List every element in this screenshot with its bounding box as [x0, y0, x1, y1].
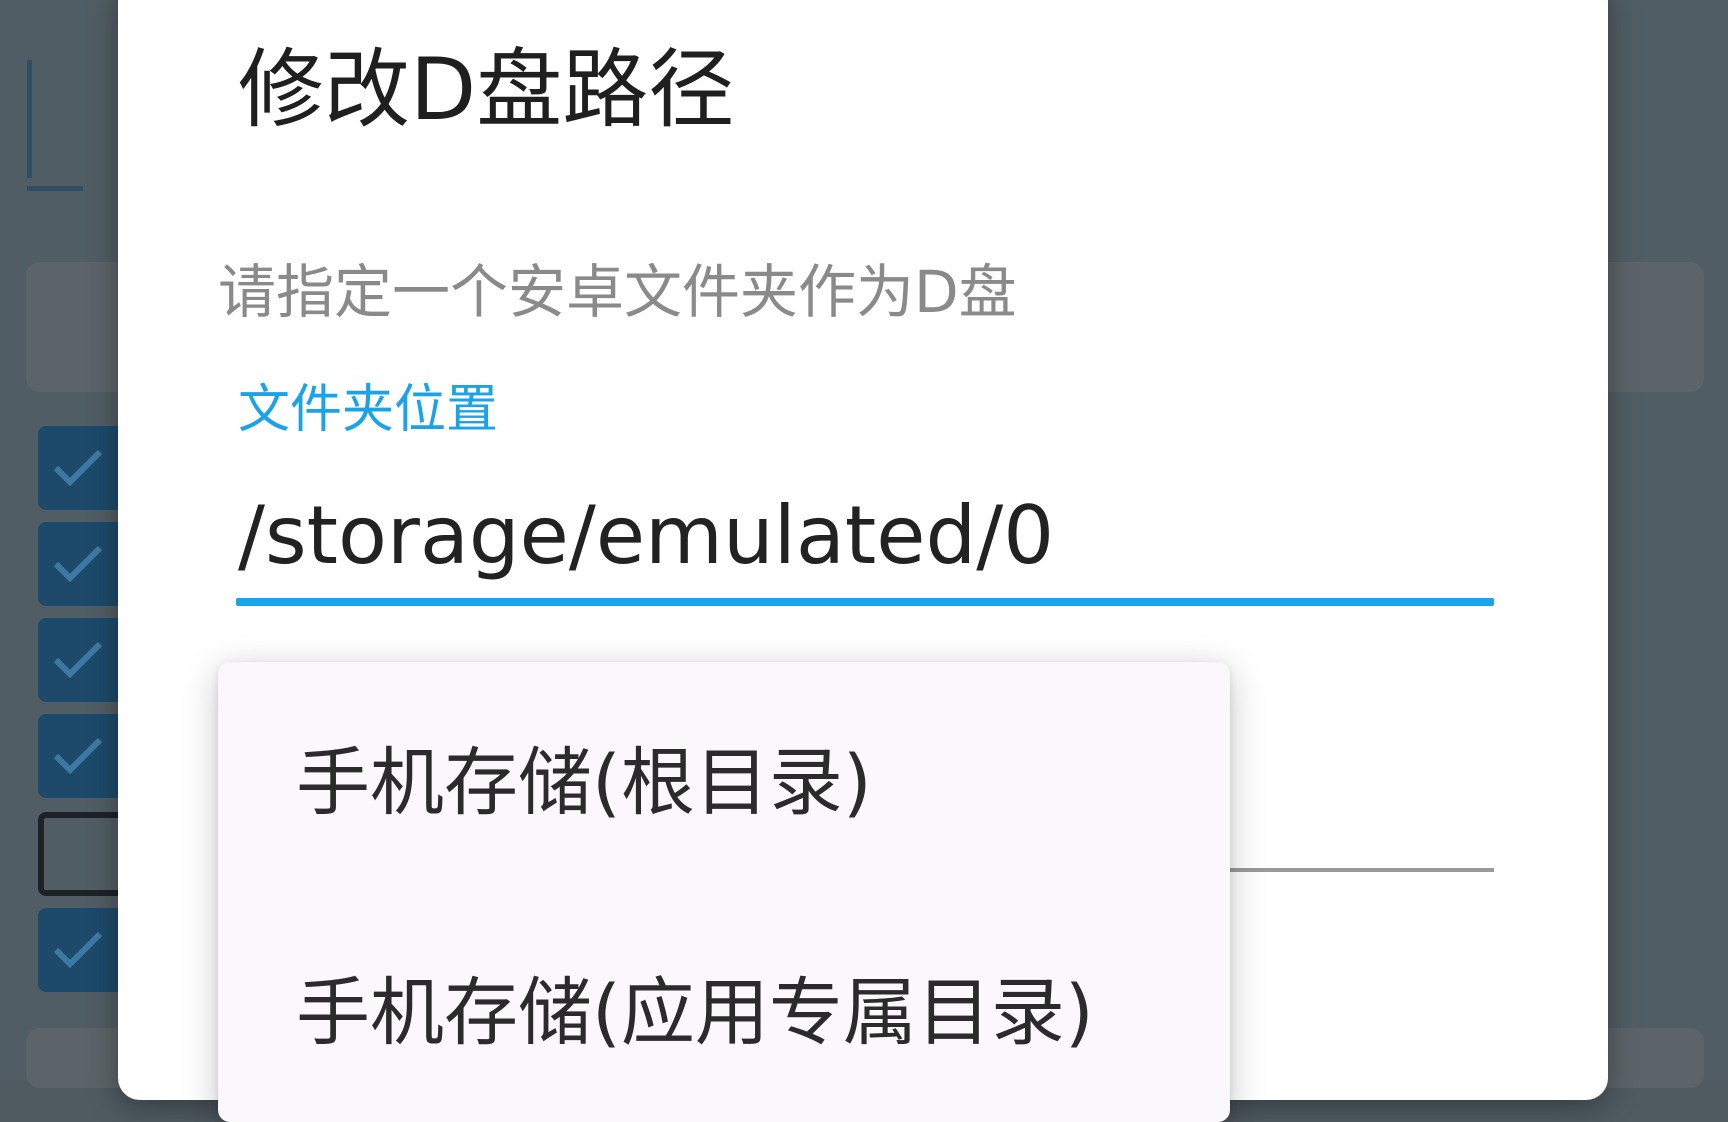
- folder-location-label: 文件夹位置: [238, 380, 499, 440]
- background-checkbox-checked: [38, 522, 130, 606]
- background-checkbox-checked: [38, 714, 130, 798]
- checkmark-icon: [53, 545, 103, 583]
- folder-path-input[interactable]: [234, 480, 1494, 590]
- checkmark-icon: [53, 449, 103, 487]
- background-checkbox-checked: [38, 908, 130, 992]
- background-checkbox-unchecked: [38, 812, 130, 896]
- folder-path-input-underline: [236, 598, 1494, 606]
- dropdown-option-phone-storage-app-dir[interactable]: 手机存储(应用专属目录): [218, 896, 1230, 1116]
- storage-location-dropdown: 手机存储(根目录) 手机存储(应用专属目录): [218, 662, 1230, 1122]
- dropdown-option-phone-storage-root[interactable]: 手机存储(根目录): [218, 666, 1230, 886]
- checkmark-icon: [53, 931, 103, 969]
- background-input-underline: [27, 186, 83, 191]
- background-checkbox-checked: [38, 426, 130, 510]
- dialog-title: 修改D盘路径: [238, 40, 735, 140]
- dialog-message: 请指定一个安卓文件夹作为D盘: [218, 258, 1017, 326]
- checkmark-icon: [53, 641, 103, 679]
- checkmark-icon: [53, 737, 103, 775]
- background-checkbox-checked: [38, 618, 130, 702]
- background-text-cursor: [27, 60, 32, 178]
